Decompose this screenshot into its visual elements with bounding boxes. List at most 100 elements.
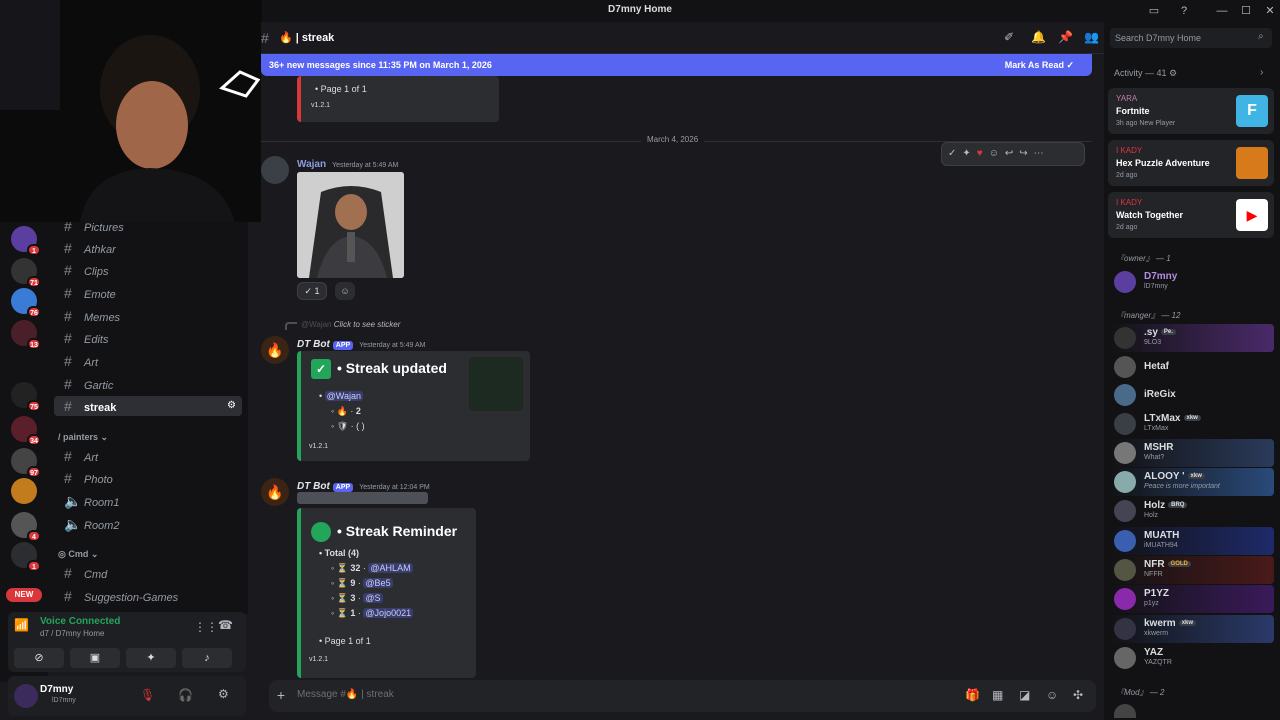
message-actions-toolbar[interactable]: ✓✦♥☺↩↪⋯ xyxy=(941,142,1085,166)
author-name[interactable]: DT Bot xyxy=(297,481,330,492)
gift-icon[interactable]: 🎁 xyxy=(965,688,980,702)
server-icon[interactable]: 34 xyxy=(11,416,41,446)
channel-photo[interactable]: # Photo xyxy=(54,468,242,488)
member-item[interactable]: .sy Pe. 9LO3 xyxy=(1110,324,1274,352)
channel-emote[interactable]: # Emote xyxy=(54,283,242,303)
channel-art[interactable]: # Art xyxy=(54,351,242,371)
close-button[interactable]: ✕ xyxy=(1262,3,1278,19)
member-item[interactable]: P1YZ p1yz xyxy=(1110,585,1274,613)
voice-room1[interactable]: 🔈 Room1 xyxy=(54,491,242,511)
emoji-icon[interactable]: ☺ xyxy=(1046,688,1058,702)
embed-mention[interactable]: • @Wajan xyxy=(319,391,363,401)
deafen-icon[interactable]: 🎧 xyxy=(178,688,193,702)
message-input[interactable]: Message #🔥 | streak xyxy=(297,689,394,700)
embed-title: • Streak updated xyxy=(337,360,447,376)
member-item[interactable]: LTxMax xkw LTxMax xyxy=(1110,410,1274,438)
member-item[interactable]: MSHR What? xyxy=(1110,439,1274,467)
minimize-button[interactable]: — xyxy=(1214,3,1230,19)
channel-edits[interactable]: # Edits xyxy=(54,328,242,348)
new-messages-bar[interactable]: 36+ new messages since 11:35 PM on March… xyxy=(261,54,1092,76)
pin-icon[interactable]: 📌 xyxy=(1058,30,1073,44)
gif-icon[interactable]: ▦ xyxy=(992,688,1003,702)
member-item[interactable]: YAZ YAZQTR xyxy=(1110,644,1274,672)
server-icon[interactable]: 4 xyxy=(11,512,41,542)
member-item[interactable]: MUATH iMUATH94 xyxy=(1110,527,1274,555)
activity-card[interactable]: I KADY Hex Puzzle Adventure 2d ago xyxy=(1108,140,1274,186)
channel-art-2[interactable]: # Art xyxy=(54,446,242,466)
timestamp: Yesterday at 12:04 PM xyxy=(359,484,430,491)
mic-muted-icon[interactable]: 🎙 xyxy=(140,688,155,702)
maximize-button[interactable]: ☐ xyxy=(1238,3,1254,19)
bell-icon[interactable]: 🔔 xyxy=(1031,30,1046,44)
new-unreads-pill[interactable]: NEW xyxy=(6,588,42,602)
reply-line xyxy=(285,322,297,330)
member-item[interactable]: kwerm xkw xkwerm xyxy=(1110,615,1274,643)
member-item[interactable]: ALOOY ' xkw Peace is more important xyxy=(1110,468,1274,496)
bot-avatar[interactable]: 🔥 xyxy=(261,478,289,506)
server-icon[interactable] xyxy=(11,478,37,504)
message-composer[interactable]: + Message #🔥 | streak 🎁 ▦ ◪ ☺ ✣ xyxy=(269,680,1096,712)
server-icon[interactable]: 13 xyxy=(11,320,41,350)
server-icon[interactable]: 76 xyxy=(11,288,41,318)
channel-clips[interactable]: # Clips xyxy=(54,260,242,280)
category-cmd[interactable]: ◎ Cmd ⌄ xyxy=(58,549,98,560)
channel-athkar[interactable]: # Athkar xyxy=(54,238,242,258)
soundboard-button[interactable]: ♪ xyxy=(182,648,232,668)
spoiler-text[interactable] xyxy=(297,492,428,504)
reply-preview[interactable]: @Wajan Click to see sticker xyxy=(301,320,400,329)
search-input[interactable]: Search D7mny Home ⌕ xyxy=(1110,28,1272,48)
avatar[interactable] xyxy=(261,156,289,184)
avatar[interactable] xyxy=(1114,704,1136,718)
server-icon[interactable]: 1 xyxy=(11,226,41,256)
threads-icon[interactable]: ✐ xyxy=(1004,30,1014,44)
channel-cmd[interactable]: # Cmd xyxy=(54,563,242,583)
activity-card[interactable]: I KADY Watch Together 2d ago ▶ xyxy=(1108,192,1274,238)
image-attachment[interactable] xyxy=(297,172,404,278)
voice-detail[interactable]: d7 / D7mny Home xyxy=(40,629,104,638)
member-item[interactable]: NFR GOLD NFFR xyxy=(1110,556,1274,584)
user-name[interactable]: D7mny xyxy=(40,684,73,695)
help-icon[interactable]: ? xyxy=(1176,3,1192,19)
channel-suggestion-games[interactable]: # Suggestion-Games xyxy=(54,586,242,606)
chevron-right-icon[interactable]: › xyxy=(1260,67,1263,78)
avatar[interactable] xyxy=(14,684,38,708)
noise-suppression-icon[interactable]: ⋮⋮ xyxy=(194,620,218,634)
author-name[interactable]: DT Bot xyxy=(297,339,330,350)
server-icon[interactable]: 71 xyxy=(11,258,41,288)
server-icon[interactable]: 75 xyxy=(11,382,41,412)
server-icon[interactable]: 1 xyxy=(11,542,41,572)
user-settings-icon[interactable]: ⚙ xyxy=(218,687,229,701)
disconnect-icon[interactable]: ☎ xyxy=(218,618,233,632)
member-item[interactable]: D7mny lD7mny xyxy=(1110,268,1274,296)
app-badge: APP xyxy=(332,341,354,350)
mark-as-read-button[interactable]: Mark As Read ✓ xyxy=(1005,54,1074,76)
member-item[interactable]: Hetaf xyxy=(1110,353,1274,381)
plus-icon[interactable]: + xyxy=(269,687,293,703)
camera-off-button[interactable]: ⊘ xyxy=(14,648,64,668)
inbox-icon[interactable]: ▭ xyxy=(1146,3,1162,19)
activity-card[interactable]: YARA Fortnite 3h ago New Player F xyxy=(1108,88,1274,134)
member-item[interactable]: Holz BRQ Holz xyxy=(1110,497,1274,525)
bot-avatar[interactable]: 🔥 xyxy=(261,336,289,364)
voice-room2[interactable]: 🔈 Room2 xyxy=(54,514,242,534)
check-icon: ✓ xyxy=(311,359,331,379)
server-icon[interactable]: 97 xyxy=(11,448,41,478)
channel-gartic[interactable]: # Gartic xyxy=(54,374,242,394)
add-reaction-icon[interactable]: ☺ xyxy=(335,282,355,300)
screen-share-button[interactable]: ▣ xyxy=(70,648,120,668)
member-item[interactable]: iReGix xyxy=(1110,381,1274,409)
category-painters[interactable]: / painters ⌄ xyxy=(58,432,108,443)
signal-icon[interactable]: 📶 xyxy=(14,618,29,632)
sticker-icon[interactable]: ◪ xyxy=(1019,688,1030,702)
webcam-image xyxy=(0,0,262,222)
channel-streak[interactable]: # streak ⚙ xyxy=(54,396,242,416)
channel-memes[interactable]: # Memes xyxy=(54,306,242,326)
members-icon[interactable]: 👥 xyxy=(1084,30,1099,44)
activity-header[interactable]: Activity — 41 ⚙ xyxy=(1114,68,1177,79)
timestamp: Yesterday at 5:49 AM xyxy=(359,342,426,349)
activities-button[interactable]: ✦ xyxy=(126,648,176,668)
reaction-pill[interactable]: ✓ 1 xyxy=(297,282,327,300)
settings-icon[interactable]: ⚙ xyxy=(227,396,236,416)
apps-icon[interactable]: ✣ xyxy=(1073,688,1083,702)
author-name[interactable]: Wajan xyxy=(297,159,326,170)
